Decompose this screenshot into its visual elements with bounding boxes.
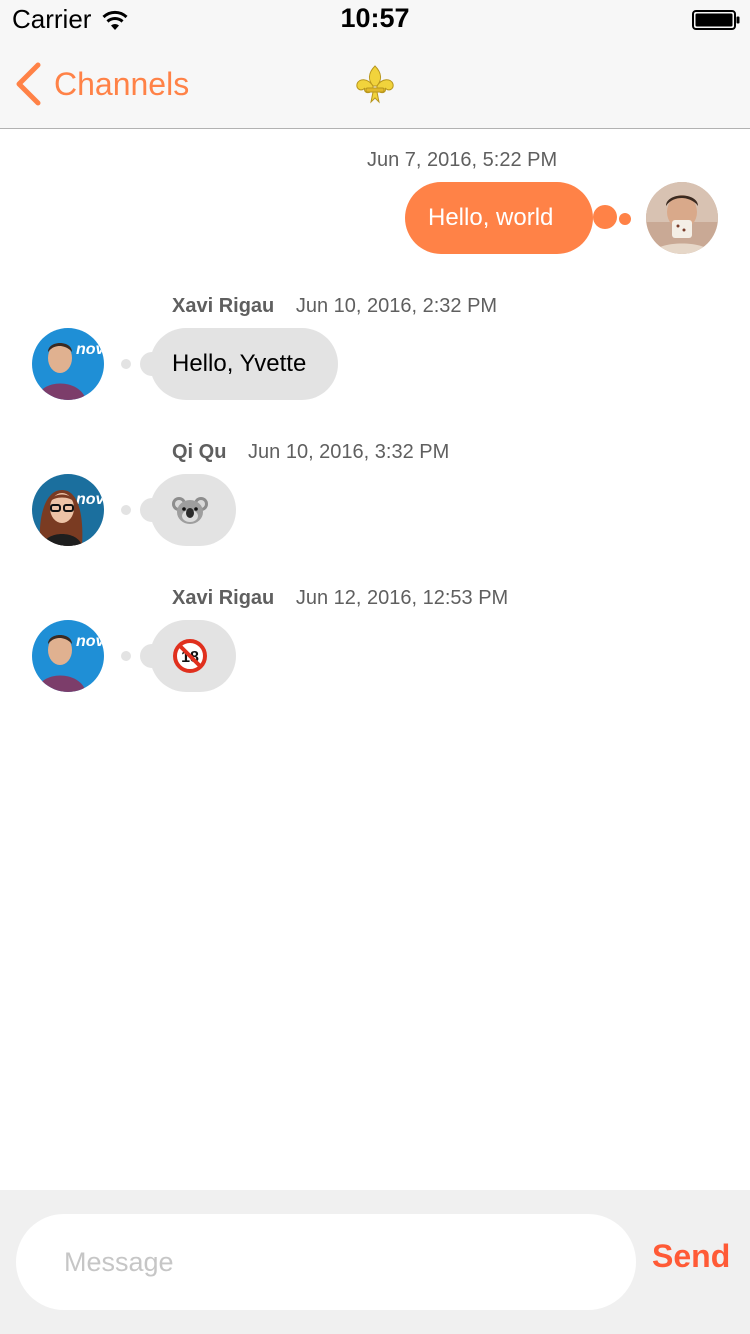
message-list[interactable]: Jun 7, 2016, 5:22 PM Hello, world Xavi R… — [0, 129, 750, 1189]
back-button[interactable]: Channels — [14, 60, 189, 108]
bubble-tail-dot — [121, 359, 131, 369]
incoming-message-bubble[interactable]: 18 — [150, 620, 236, 692]
status-bar: Carrier 10:57 — [0, 0, 750, 40]
no-one-under-eighteen-emoji-icon: 18 — [173, 639, 207, 673]
bubble-tail-dot — [121, 505, 131, 515]
sender-name: Xavi Rigau — [172, 295, 275, 317]
outgoing-message-bubble[interactable]: Hello, world — [405, 182, 594, 254]
svg-text:novo: novo — [76, 491, 104, 508]
message-timestamp: Jun 12, 2016, 12:53 PM — [295, 587, 509, 609]
send-button[interactable]: Send — [652, 1238, 730, 1275]
message-input[interactable] — [16, 1214, 636, 1310]
avatar-xavi-rigau[interactable]: novo — [32, 328, 104, 400]
message-header: Jun 7, 2016, 5:22 PM — [367, 149, 557, 172]
message-timestamp: Jun 10, 2016, 3:32 PM — [248, 441, 450, 463]
message-composer: Send — [0, 1190, 750, 1334]
avatar-photo: novo — [32, 620, 104, 692]
svg-text:novo: novo — [76, 341, 104, 358]
message-header: Qi Qu Jun 10, 2016, 3:32 PM — [172, 441, 449, 464]
message-text: Hello, Yvette — [172, 350, 307, 377]
user-avatar-self[interactable] — [646, 182, 718, 254]
sender-name: Xavi Rigau — [172, 587, 275, 609]
koala-emoji-icon — [172, 497, 208, 524]
message-timestamp: Jun 7, 2016, 5:22 PM — [367, 149, 558, 171]
navigation-bar: Channels — [0, 40, 750, 129]
avatar-photo: novo — [32, 328, 104, 400]
battery-icon — [692, 10, 740, 30]
chat-screen: Carrier 10:57 Channels Jun 7, 2016, 5:22… — [0, 0, 750, 1334]
avatar-photo — [646, 182, 718, 254]
fleur-de-lis-icon — [356, 65, 394, 104]
avatar-qi-qu[interactable]: novo — [32, 474, 104, 546]
message-header: Xavi Rigau Jun 12, 2016, 12:53 PM — [172, 587, 508, 610]
bubble-tail-dot — [121, 651, 131, 661]
message-timestamp: Jun 10, 2016, 2:32 PM — [295, 295, 498, 317]
avatar-xavi-rigau[interactable]: novo — [32, 620, 104, 692]
avatar-photo: novo — [32, 474, 104, 546]
incoming-message-bubble[interactable] — [150, 474, 236, 546]
chevron-left-icon — [16, 62, 41, 106]
incoming-message-bubble[interactable]: Hello, Yvette — [150, 328, 339, 400]
status-time: 10:57 — [340, 3, 410, 33]
sender-name: Qi Qu — [172, 441, 227, 463]
message-header: Xavi Rigau Jun 10, 2016, 2:32 PM — [172, 295, 497, 318]
message-text: Hello, world — [428, 204, 554, 231]
bubble-tail-dot — [619, 213, 631, 225]
back-label: Channels — [54, 65, 190, 102]
bubble-tail — [593, 205, 617, 229]
svg-text:novo: novo — [76, 633, 104, 650]
